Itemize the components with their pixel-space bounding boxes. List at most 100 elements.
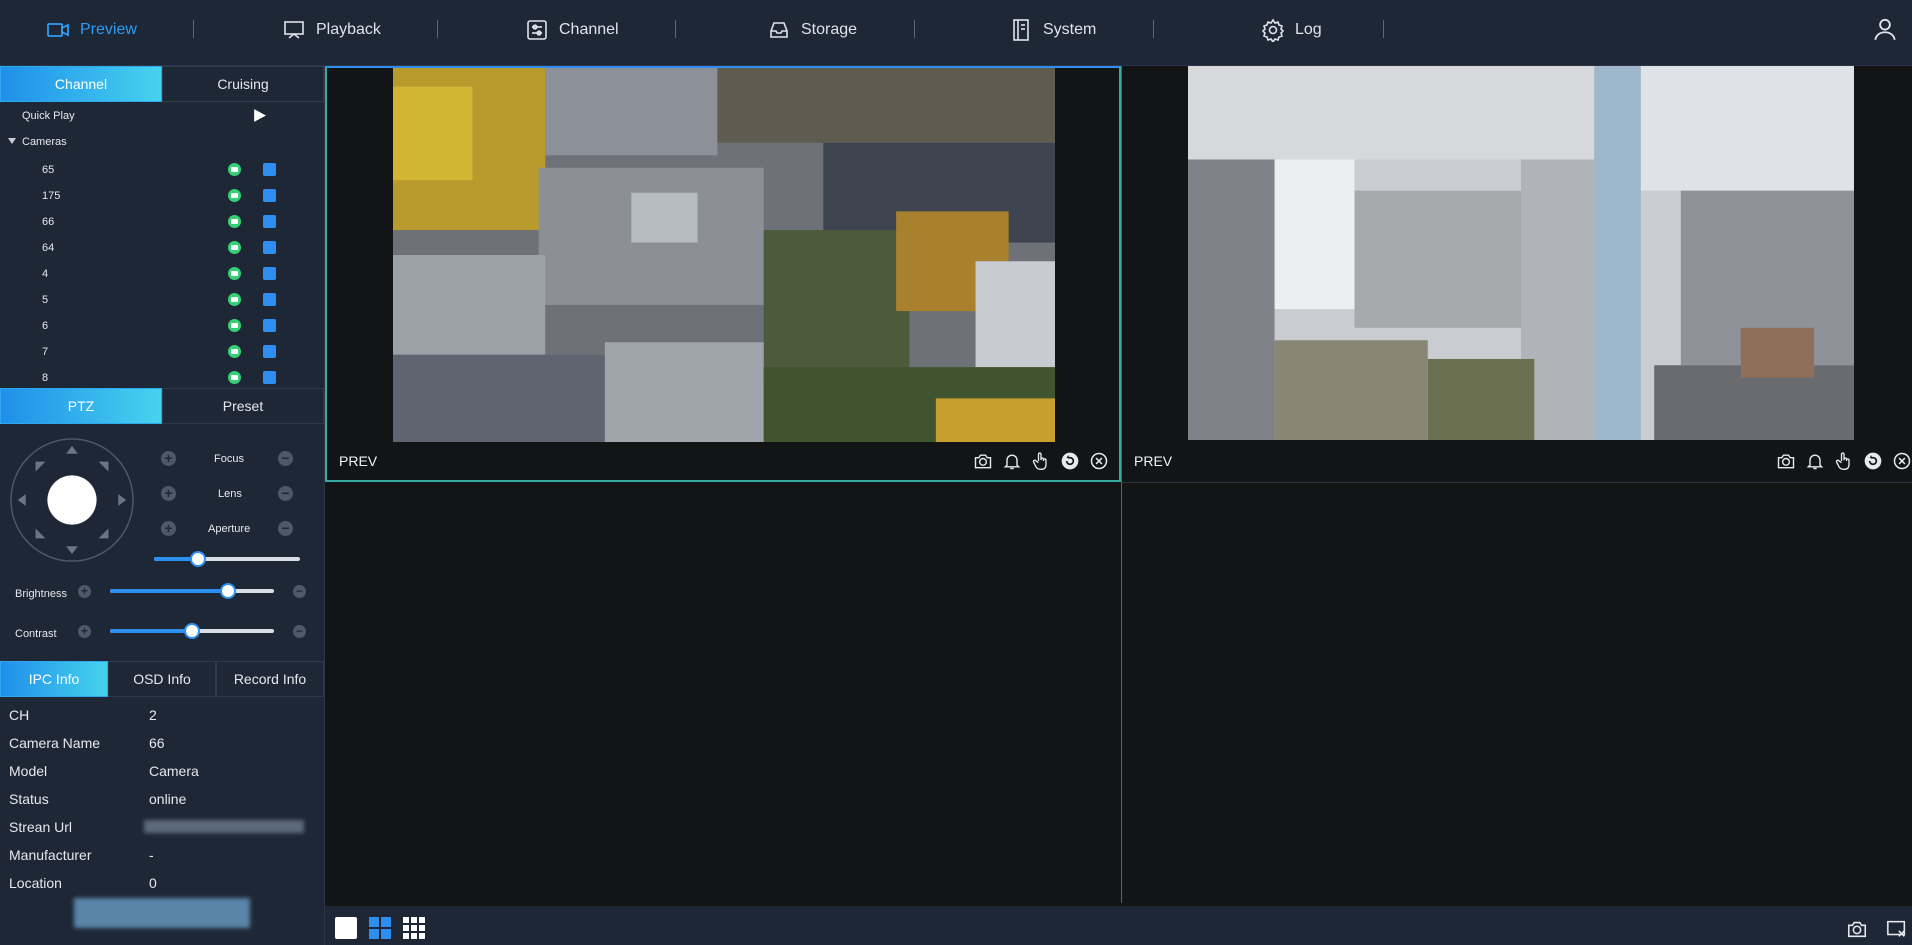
ptz-speed-knob[interactable] [189,551,206,567]
camera-list-item[interactable]: 7 [0,339,324,365]
refresh-circle-icon[interactable] [1060,451,1080,471]
record-status-icon[interactable] [263,163,276,176]
live-video-icon[interactable] [228,371,241,384]
contrast-minus-button[interactable]: − [293,625,306,638]
layout-single-icon[interactable] [334,916,358,940]
live-video-icon[interactable] [228,293,241,306]
record-status-icon[interactable] [263,293,276,306]
alarm-bell-icon[interactable] [1002,451,1022,471]
ptz-speed-slider[interactable] [154,551,300,567]
camera-list-item[interactable]: 64 [0,235,324,261]
video-pane-4[interactable] [1122,483,1912,903]
record-status-icon[interactable] [263,215,276,228]
live-video-icon[interactable] [228,241,241,254]
contrast-knob[interactable] [184,623,200,639]
tab-channel[interactable]: Channel [0,66,162,102]
brightness-minus-button[interactable]: − [293,585,306,598]
nav-preview[interactable]: Preview [46,0,137,60]
snapshot-icon[interactable] [1776,451,1796,471]
camera-name: 6 [42,320,49,332]
focus-minus-button[interactable]: − [278,451,293,466]
live-video-icon[interactable] [228,345,241,358]
layout-quad-icon[interactable] [368,916,392,940]
brightness-fill [110,589,229,593]
nav-channel[interactable]: Channel [525,0,619,60]
live-video-icon[interactable] [228,189,241,202]
camera-list-item[interactable]: 66 [0,209,324,235]
joystick-center-knob [47,475,97,525]
contrast-fill [110,629,192,633]
tab-record-info[interactable]: Record Info [216,661,324,697]
close-all-windows-icon[interactable] [1886,918,1908,940]
brightness-plus-button[interactable]: + [78,585,91,598]
camera-list-item[interactable]: 5 [0,287,324,313]
snapshot-all-icon[interactable] [1846,918,1868,940]
record-status-icon[interactable] [263,241,276,254]
tab-ipc-info[interactable]: IPC Info [0,661,108,697]
refresh-circle-icon[interactable] [1863,451,1883,471]
hand-pointer-icon[interactable] [1834,451,1854,471]
snapshot-icon[interactable] [973,451,993,471]
focus-plus-button[interactable]: + [161,451,176,466]
camera-list-item[interactable]: 175 [0,183,324,209]
hand-pointer-icon[interactable] [1031,451,1051,471]
brightness-slider[interactable] [110,583,274,599]
info-key: Strean Url [9,819,73,835]
info-row: Model Camera [0,757,324,785]
nav-log[interactable]: Log [1261,0,1322,60]
camera-name: 65 [42,164,55,176]
brightness-knob[interactable] [220,583,237,599]
tab-ptz[interactable]: PTZ [0,388,162,424]
info-key: CH [9,707,30,723]
live-video-icon[interactable] [228,267,241,280]
lens-plus-button[interactable]: + [161,486,176,501]
video-pane-2[interactable]: PREV [1122,66,1912,483]
record-status-icon[interactable] [263,345,276,358]
channel-tabbar: Channel Cruising [0,66,324,102]
camera-list-item[interactable]: 65 [0,157,324,183]
record-status-icon[interactable] [263,371,276,384]
storage-tray-icon [770,22,788,38]
live-video-icon[interactable] [228,163,241,176]
info-row: Manufacturer - [0,841,324,869]
info-row: CH 2 [0,701,324,729]
aperture-plus-button[interactable]: + [161,521,176,536]
nav-storage[interactable]: Storage [767,0,857,60]
contrast-slider[interactable] [110,623,274,639]
video-pane-1[interactable]: PREV [325,66,1121,482]
ptz-joystick[interactable] [8,436,136,564]
close-circle-icon[interactable] [1089,451,1109,471]
video-pane-3[interactable] [325,483,1121,903]
info-key: Manufacturer [9,847,92,863]
info-row: Camera Name 66 [0,729,324,757]
layout-nine-icon[interactable] [402,916,426,940]
tab-preset[interactable]: Preset [162,388,324,424]
record-status-icon[interactable] [263,319,276,332]
nav-system[interactable]: System [1009,0,1096,60]
contrast-plus-button[interactable]: + [78,625,91,638]
info-row: Status online [0,785,324,813]
lens-minus-button[interactable]: − [278,486,293,501]
cameras-group[interactable]: Cameras [0,132,324,154]
camera-list-item[interactable]: 6 [0,313,324,339]
camera-icon [47,23,69,37]
nav-system-label: System [1043,21,1097,38]
camera-list-item[interactable]: 4 [0,261,324,287]
info-value: - [149,847,154,863]
aperture-minus-button[interactable]: − [278,521,293,536]
close-circle-icon[interactable] [1892,451,1912,471]
user-icon[interactable] [1872,16,1898,42]
live-video-icon[interactable] [228,215,241,228]
live-video-icon[interactable] [228,319,241,332]
nav-storage-label: Storage [801,21,858,38]
play-icon[interactable] [252,108,267,123]
record-status-icon[interactable] [263,189,276,202]
info-value: 2 [149,707,157,723]
tab-osd-info[interactable]: OSD Info [108,661,216,697]
record-status-icon[interactable] [263,267,276,280]
quick-play-row[interactable]: Quick Play [0,106,324,128]
alarm-bell-icon[interactable] [1805,451,1825,471]
tab-cruising[interactable]: Cruising [162,66,324,102]
nav-playback[interactable]: Playback [282,0,381,60]
playback-monitor-icon [284,21,304,39]
